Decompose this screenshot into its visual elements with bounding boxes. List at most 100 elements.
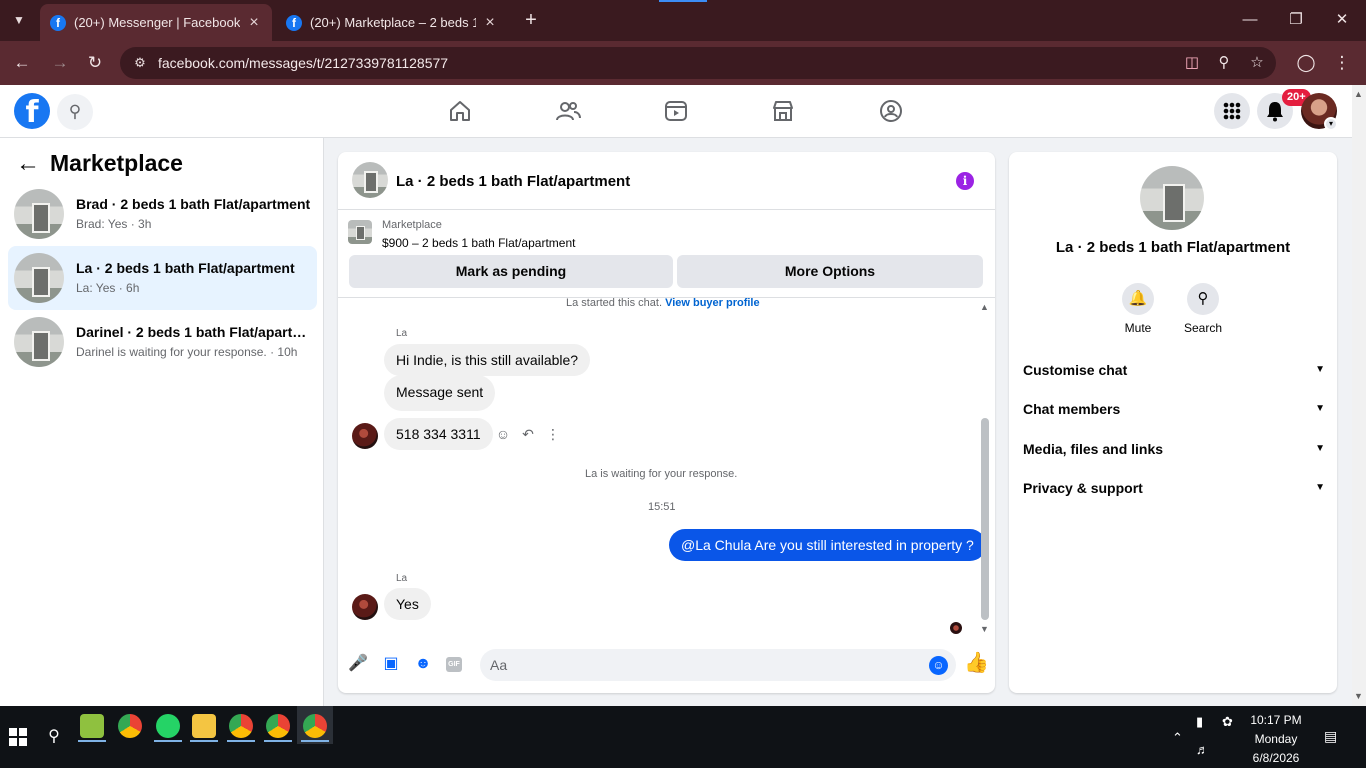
url-text[interactable]: facebook.com/messages/t/2127339781128577	[158, 55, 448, 71]
tab-marketplace[interactable]: f (20+) Marketplace – 2 beds 1 b ×	[276, 4, 508, 41]
chevron-down-icon[interactable]: ▾	[1324, 117, 1338, 131]
chevron-down-icon: ▼	[1315, 403, 1325, 414]
facebook-favicon-icon: f	[286, 14, 302, 31]
conversation-thumbnail[interactable]	[1140, 166, 1204, 230]
chrome-app-icon[interactable]	[266, 714, 290, 738]
listing-thumbnail-small[interactable]	[348, 220, 372, 244]
address-bar[interactable]: ⚙ facebook.com/messages/t/21273397811285…	[120, 47, 1276, 79]
page-scrollbar[interactable]: ▲ ▼	[1352, 85, 1366, 706]
view-buyer-profile-link[interactable]: View buyer profile	[665, 297, 760, 309]
thread-item-la[interactable]: La · 2 beds 1 bath Flat/apartment La: Ye…	[8, 246, 317, 310]
menu-grid-icon[interactable]	[1214, 93, 1250, 129]
facebook-header: f ⚲ 20+ ▾	[0, 85, 1352, 138]
windows-start-icon[interactable]	[9, 728, 27, 746]
groups-icon[interactable]	[877, 97, 905, 125]
marketplace-icon[interactable]	[769, 97, 797, 125]
emoji-icon[interactable]: ☺	[929, 656, 948, 675]
whatsapp-app-icon[interactable]	[156, 714, 180, 738]
thread-name: La · 2 beds 1 bath Flat/apartment	[76, 260, 295, 276]
facebook-logo-icon[interactable]: f	[14, 93, 50, 129]
info-icon[interactable]: i	[956, 172, 974, 190]
system-clock[interactable]: 10:17 PM Monday 6/8/2026	[1240, 711, 1312, 768]
search-icon[interactable]: ⚲	[57, 94, 93, 130]
sticker-icon[interactable]: ☻	[413, 654, 433, 674]
browser-tab-strip: ▼ f (20+) Messenger | Facebook × f (20+)…	[0, 0, 1366, 41]
minimize-icon[interactable]: —	[1240, 9, 1260, 31]
install-app-icon[interactable]: ◫	[1182, 53, 1202, 73]
listing-thumbnail	[14, 317, 64, 367]
scroll-up-icon[interactable]: ▲	[1354, 89, 1363, 99]
back-icon[interactable]: ←	[10, 51, 34, 75]
scroll-down-icon[interactable]: ▼	[980, 624, 989, 634]
microphone-icon[interactable]: 🎤	[348, 654, 368, 674]
photo-icon[interactable]: ▣	[381, 654, 401, 674]
new-tab-button[interactable]: +	[520, 8, 542, 32]
app-running-indicator	[227, 740, 255, 742]
search-button[interactable]: ⚲ Search	[1173, 283, 1233, 335]
chat-title[interactable]: La · 2 beds 1 bath Flat/apartment	[396, 173, 630, 190]
section-privacy-support[interactable]: Privacy & support ▼	[1023, 476, 1325, 500]
message-list[interactable]: La started this chat. View buyer profile…	[338, 297, 995, 638]
section-customise-chat[interactable]: Customise chat ▼	[1023, 358, 1325, 382]
sender-avatar[interactable]	[352, 423, 378, 449]
tab-search-icon[interactable]: ▼	[8, 9, 30, 31]
mute-button[interactable]: 🔔 Mute	[1108, 283, 1168, 335]
site-info-icon[interactable]: ⚙	[132, 55, 148, 71]
scroll-up-icon[interactable]: ▲	[980, 302, 989, 312]
listing-price[interactable]: $900 – 2 beds 1 bath Flat/apartment	[382, 236, 575, 250]
video-icon[interactable]	[662, 97, 690, 125]
reply-icon[interactable]: ↶	[519, 425, 537, 443]
message-bubble[interactable]: Hi Indie, is this still available?	[384, 344, 591, 376]
thread-snippet: Brad: Yes · 3h	[76, 217, 152, 231]
react-emoji-icon[interactable]: ☺	[494, 425, 512, 443]
mark-as-pending-button[interactable]: Mark as pending	[349, 255, 673, 288]
mute-label: Mute	[1124, 321, 1152, 335]
thumbs-up-icon[interactable]: 👍	[964, 652, 989, 674]
back-arrow-icon[interactable]: ←	[16, 150, 40, 178]
close-tab-icon[interactable]: ×	[482, 14, 498, 32]
message-bubble[interactable]: Yes	[384, 588, 431, 620]
gif-icon[interactable]: GIF	[446, 657, 462, 672]
chrome-app-icon[interactable]	[303, 714, 327, 738]
close-tab-icon[interactable]: ×	[246, 14, 262, 32]
section-chat-members[interactable]: Chat members ▼	[1023, 397, 1325, 421]
taskbar-search-icon[interactable]: ⚲	[44, 726, 64, 746]
notification-center-icon[interactable]: ▤	[1324, 728, 1342, 744]
thread-item-darinel[interactable]: Darinel · 2 beds 1 bath Flat/apartment D…	[8, 310, 317, 374]
tab-messenger[interactable]: f (20+) Messenger | Facebook ×	[40, 4, 272, 41]
app-running-indicator	[190, 740, 218, 742]
bookmark-star-icon[interactable]: ☆	[1247, 53, 1267, 73]
volume-icon[interactable]: ♬	[1196, 742, 1209, 757]
profile-icon[interactable]: ◯	[1294, 51, 1318, 75]
message-input[interactable]	[490, 649, 910, 681]
wifi-icon[interactable]: ✿	[1222, 714, 1233, 730]
friends-icon[interactable]	[554, 97, 582, 125]
chat-scrollbar-thumb[interactable]	[981, 418, 989, 620]
chrome-app-icon[interactable]	[118, 714, 142, 738]
tab-strip-accent	[659, 0, 707, 2]
thread-item-brad[interactable]: Brad · 2 beds 1 bath Flat/apartment Brad…	[8, 182, 317, 246]
browser-menu-icon[interactable]: ⋮	[1330, 51, 1354, 75]
more-actions-icon[interactable]: ⋮	[544, 425, 562, 443]
restore-icon[interactable]: ❐	[1286, 9, 1306, 31]
close-window-icon[interactable]: ✕	[1332, 9, 1352, 31]
notepad-app-icon[interactable]	[80, 714, 104, 738]
file-explorer-app-icon[interactable]	[192, 714, 216, 738]
tab-title: (20+) Messenger | Facebook	[74, 15, 240, 30]
message-bubble[interactable]: Message sent	[384, 375, 496, 411]
more-options-button[interactable]: More Options	[677, 255, 983, 288]
sender-avatar[interactable]	[352, 594, 378, 620]
outgoing-message-bubble[interactable]: @La Chula Are you still interested in pr…	[669, 529, 986, 561]
zoom-icon[interactable]: ⚲	[1214, 53, 1234, 73]
scroll-down-icon[interactable]: ▼	[1354, 691, 1363, 701]
section-media-files-links[interactable]: Media, files and links ▼	[1023, 437, 1325, 461]
message-bubble[interactable]: 518 334 3311	[384, 418, 493, 450]
reload-icon[interactable]: ↻	[83, 51, 107, 75]
battery-icon[interactable]: ▮	[1196, 714, 1203, 730]
forward-icon[interactable]: →	[48, 51, 72, 75]
chat-listing-thumbnail[interactable]	[352, 162, 388, 198]
chrome-app-icon[interactable]	[229, 714, 253, 738]
show-hidden-icons-icon[interactable]: ⌃	[1172, 730, 1183, 746]
section-label: Privacy & support	[1023, 480, 1143, 496]
home-icon[interactable]	[446, 97, 474, 125]
